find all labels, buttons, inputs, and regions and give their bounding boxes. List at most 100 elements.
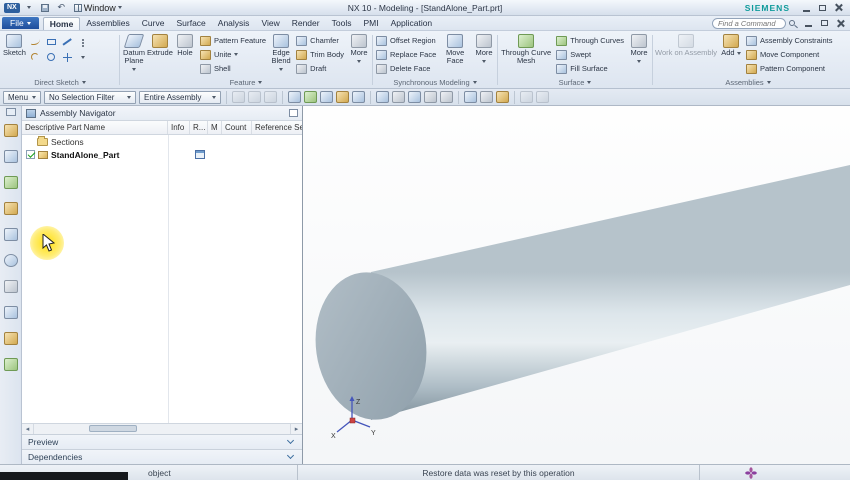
rotate-view-icon[interactable] bbox=[440, 91, 454, 103]
resource-bar-options-icon[interactable] bbox=[5, 108, 16, 116]
undo-icon[interactable]: ↶ bbox=[55, 2, 68, 13]
offset-region-button[interactable]: Offset Region bbox=[374, 34, 438, 47]
tab-tools[interactable]: Tools bbox=[326, 17, 358, 29]
process-studio-icon[interactable] bbox=[3, 306, 18, 319]
doc-minimize-button[interactable] bbox=[801, 17, 816, 29]
find-command-input[interactable] bbox=[712, 17, 786, 29]
fill-surface-button[interactable]: Fill Surface bbox=[554, 62, 626, 75]
trim-body-button[interactable]: Trim Body bbox=[294, 48, 346, 61]
component-checkbox[interactable] bbox=[26, 150, 35, 159]
assembly-constraints-button[interactable]: Assembly Constraints bbox=[744, 34, 835, 47]
history-icon[interactable] bbox=[3, 280, 18, 293]
assembly-navigator-header[interactable]: Assembly Navigator bbox=[22, 106, 302, 121]
sketch-gallery-dropdown[interactable] bbox=[76, 50, 91, 64]
profile-icon[interactable] bbox=[28, 35, 43, 49]
arc-icon[interactable] bbox=[28, 50, 43, 64]
filter-face-icon[interactable] bbox=[232, 91, 246, 103]
navigator-horizontal-scrollbar[interactable]: ◂ ▸ bbox=[22, 423, 302, 434]
shaded-with-edges-icon[interactable] bbox=[376, 91, 390, 103]
move-face-button[interactable]: Move Face bbox=[439, 33, 471, 66]
sketch-more-tools-icon[interactable] bbox=[76, 35, 91, 49]
assembly-navigator-icon[interactable] bbox=[3, 124, 18, 137]
chamfer-button[interactable]: Chamfer bbox=[294, 34, 346, 47]
point-icon[interactable] bbox=[60, 50, 75, 64]
search-icon[interactable] bbox=[789, 20, 795, 26]
tab-analysis[interactable]: Analysis bbox=[212, 17, 256, 29]
unite-button[interactable]: Unite bbox=[198, 48, 268, 61]
tab-assemblies[interactable]: Assemblies bbox=[80, 17, 135, 29]
group-label-assemblies[interactable]: Assemblies bbox=[654, 77, 842, 88]
hd3d-tools-icon[interactable] bbox=[3, 228, 18, 241]
snap-center-icon[interactable] bbox=[352, 91, 366, 103]
full-screen-icon[interactable] bbox=[536, 91, 550, 103]
tab-pmi[interactable]: PMI bbox=[357, 17, 384, 29]
tab-application[interactable]: Application bbox=[385, 17, 439, 29]
filter-edge-icon[interactable] bbox=[248, 91, 262, 103]
menu-button[interactable]: Menu bbox=[3, 90, 42, 104]
group-label-feature[interactable]: Feature bbox=[121, 77, 371, 88]
edge-blend-button[interactable]: Edge Blend bbox=[269, 33, 293, 74]
column-info[interactable]: Info bbox=[168, 121, 190, 134]
window-cascade-icon[interactable] bbox=[480, 91, 494, 103]
scroll-right-arrow[interactable]: ▸ bbox=[290, 424, 302, 434]
feature-more-button[interactable]: More bbox=[347, 33, 371, 66]
datum-plane-button[interactable]: Datum Plane bbox=[121, 33, 147, 74]
tab-curve[interactable]: Curve bbox=[136, 17, 171, 29]
scroll-left-arrow[interactable]: ◂ bbox=[22, 424, 34, 434]
tree-row-standalone-part[interactable]: StandAlone_Part bbox=[22, 148, 302, 161]
dependencies-section-header[interactable]: Dependencies bbox=[22, 449, 302, 464]
snap-point-icon[interactable] bbox=[288, 91, 302, 103]
through-curve-mesh-button[interactable]: Through Curve Mesh bbox=[499, 33, 553, 66]
synchronous-more-button[interactable]: More bbox=[472, 33, 496, 66]
group-label-synchronous-modeling[interactable]: Synchronous Modeling bbox=[374, 77, 496, 88]
close-button[interactable] bbox=[831, 2, 846, 14]
column-read-only[interactable]: R... bbox=[190, 121, 208, 134]
alert-pinwheel-icon[interactable] bbox=[745, 466, 757, 479]
quick-access-dropdown[interactable] bbox=[23, 2, 36, 13]
through-curves-button[interactable]: Through Curves bbox=[554, 34, 626, 47]
surface-more-button[interactable]: More bbox=[627, 33, 651, 66]
add-component-button[interactable]: Add bbox=[719, 33, 743, 58]
zoom-icon[interactable] bbox=[424, 91, 438, 103]
column-descriptive-part-name[interactable]: Descriptive Part Name bbox=[22, 121, 168, 134]
tab-render[interactable]: Render bbox=[286, 17, 326, 29]
extrude-button[interactable]: Extrude bbox=[147, 33, 173, 58]
filter-body-icon[interactable] bbox=[264, 91, 278, 103]
snap-midpoint-icon[interactable] bbox=[320, 91, 334, 103]
tree-row-sections[interactable]: Sections bbox=[22, 135, 302, 148]
delete-face-button[interactable]: Delete Face bbox=[374, 62, 438, 75]
pattern-component-button[interactable]: Pattern Component bbox=[744, 62, 835, 75]
move-component-button[interactable]: Move Component bbox=[744, 48, 835, 61]
window-menu[interactable]: Window bbox=[72, 3, 124, 13]
snap-endpoint-icon[interactable] bbox=[304, 91, 318, 103]
circle-icon[interactable] bbox=[44, 50, 59, 64]
snap-intersection-icon[interactable] bbox=[336, 91, 350, 103]
constraint-navigator-icon[interactable] bbox=[3, 150, 18, 163]
line-icon[interactable] bbox=[60, 35, 75, 49]
doc-close-button[interactable] bbox=[833, 17, 848, 29]
minimize-button[interactable] bbox=[799, 2, 814, 14]
file-menu-button[interactable]: File bbox=[2, 17, 39, 29]
work-plane-icon[interactable] bbox=[496, 91, 510, 103]
replace-face-button[interactable]: Replace Face bbox=[374, 48, 438, 61]
fit-view-icon[interactable] bbox=[408, 91, 422, 103]
roles-icon[interactable] bbox=[3, 358, 18, 371]
hole-button[interactable]: Hole bbox=[173, 33, 197, 58]
reuse-library-icon[interactable] bbox=[3, 202, 18, 215]
rectangle-icon[interactable] bbox=[44, 35, 59, 49]
touch-mode-icon[interactable] bbox=[520, 91, 534, 103]
tab-view[interactable]: View bbox=[255, 17, 285, 29]
maximize-button[interactable] bbox=[815, 2, 830, 14]
group-label-direct-sketch[interactable]: Direct Sketch bbox=[2, 77, 118, 88]
sketch-button[interactable]: Sketch bbox=[2, 33, 27, 58]
selection-filter-dropdown[interactable]: No Selection Filter bbox=[44, 90, 137, 104]
wireframe-view-icon[interactable] bbox=[392, 91, 406, 103]
preview-section-header[interactable]: Preview bbox=[22, 434, 302, 449]
draft-button[interactable]: Draft bbox=[294, 62, 346, 75]
tab-surface[interactable]: Surface bbox=[170, 17, 211, 29]
manufacturing-wizards-icon[interactable] bbox=[3, 332, 18, 345]
pattern-feature-button[interactable]: Pattern Feature bbox=[198, 34, 268, 47]
tab-home[interactable]: Home bbox=[42, 16, 81, 30]
swept-button[interactable]: Swept bbox=[554, 48, 626, 61]
selection-scope-dropdown[interactable]: Entire Assembly bbox=[139, 90, 222, 104]
